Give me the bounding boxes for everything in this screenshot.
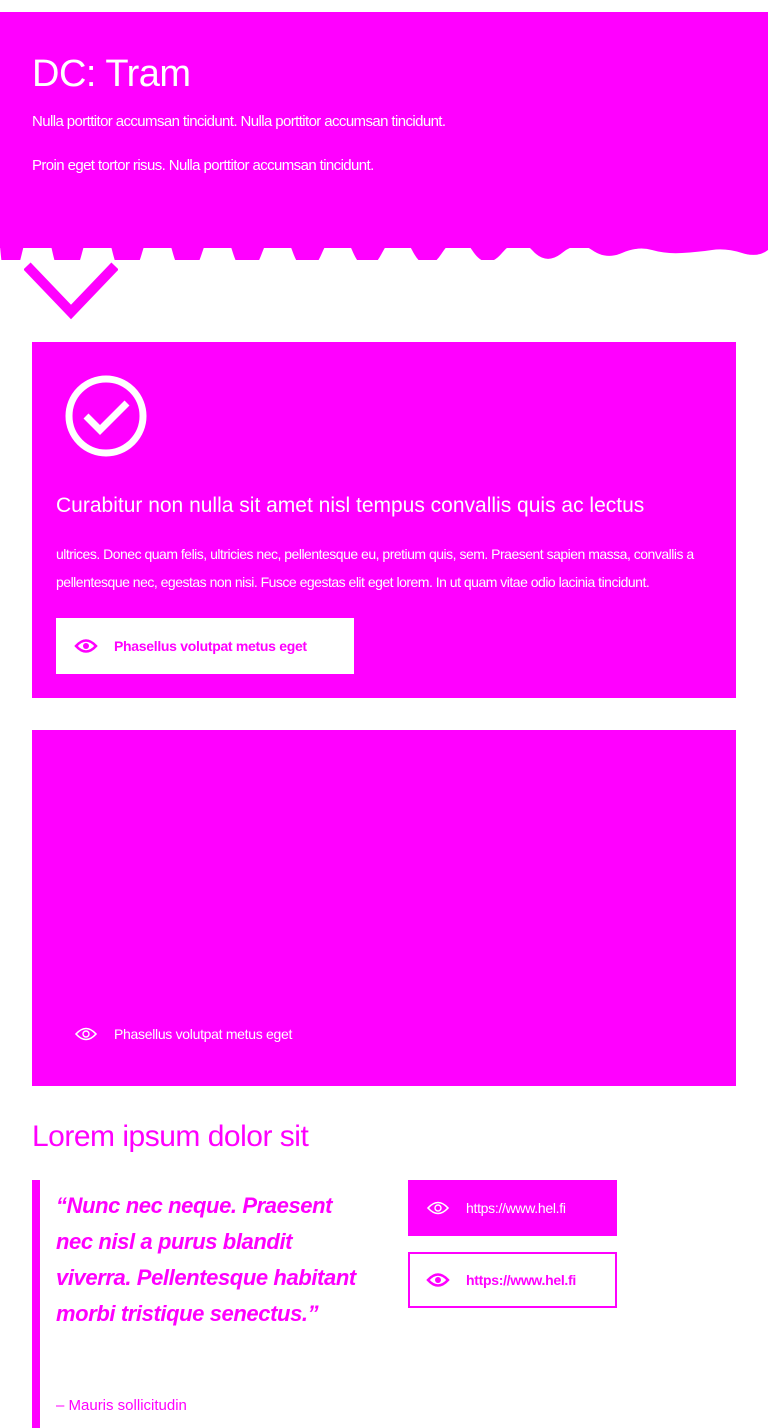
quote-bar	[32, 1180, 40, 1428]
quote-text: “Nunc nec neque. Praesent nec nisl a pur…	[56, 1193, 356, 1326]
feature-card: Curabitur non nulla sit amet nisl tempus…	[32, 342, 736, 698]
card-button-label: Phasellus volutpat metus eget	[114, 638, 307, 654]
section-title: Lorem ipsum dolor sit	[32, 1120, 309, 1153]
card-link-label: Phasellus volutpat metus eget	[114, 1026, 293, 1042]
link-button-outline[interactable]: https://www.hel.fi	[408, 1252, 617, 1308]
card-text: ultrices. Donec quam felis, ultricies ne…	[56, 546, 694, 590]
wave-divider	[0, 236, 768, 260]
hero-paragraph-2: Proin eget tortor risus. Nulla porttitor…	[32, 157, 374, 174]
eye-icon	[426, 1273, 450, 1287]
arrow-down-icon	[24, 262, 118, 320]
card-button[interactable]: Phasellus volutpat metus eget	[56, 618, 354, 674]
quote-author: – Mauris sollicitudin	[56, 1397, 187, 1414]
card-link[interactable]: Phasellus volutpat metus eget	[74, 1022, 344, 1046]
image-card: Phasellus volutpat metus eget	[32, 730, 736, 1086]
link-button-label: https://www.hel.fi	[466, 1200, 566, 1216]
link-button-label: https://www.hel.fi	[466, 1272, 576, 1288]
eye-icon	[74, 639, 98, 653]
hero-banner: DC: Tram Nulla porttitor accumsan tincid…	[0, 12, 768, 248]
check-circle-icon	[65, 375, 147, 457]
hero-paragraph-1: Nulla porttitor accumsan tincidunt. Null…	[32, 113, 446, 130]
link-button-filled[interactable]: https://www.hel.fi	[408, 1180, 617, 1236]
eye-icon	[74, 1027, 98, 1041]
card-title: Curabitur non nulla sit amet nisl tempus…	[56, 494, 645, 517]
eye-icon	[426, 1201, 450, 1215]
page-title: DC: Tram	[32, 53, 191, 95]
